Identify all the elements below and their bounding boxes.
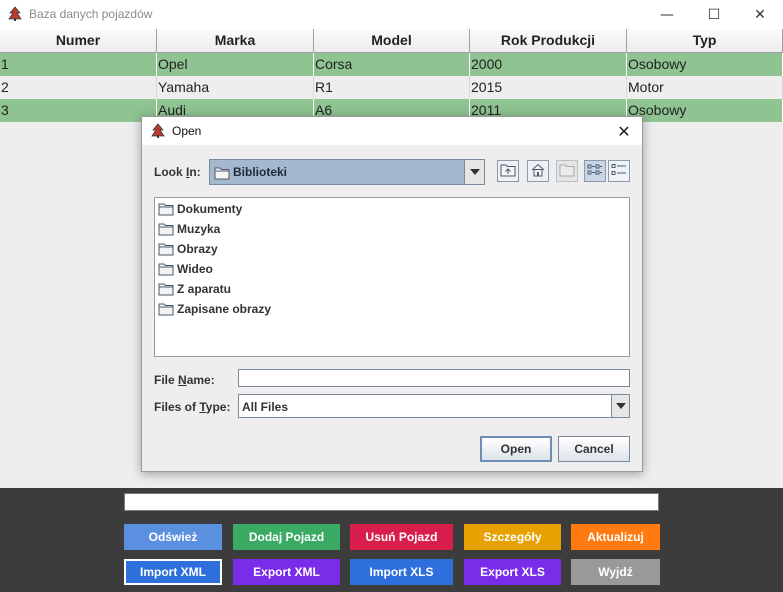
table-cell: 1 xyxy=(0,53,157,76)
status-text-field[interactable] xyxy=(124,493,659,511)
cancel-button[interactable]: Cancel xyxy=(558,436,630,462)
new-folder-icon xyxy=(559,162,575,181)
table-row[interactable]: 1 Opel Corsa 2000 Osobowy xyxy=(0,53,783,76)
table-header: Numer Marka Model Rok Produkcji Typ xyxy=(0,29,783,53)
refresh-button[interactable]: Odśwież xyxy=(124,524,222,550)
action-panel: Odśwież Dodaj Pojazd Usuń Pojazd Szczegó… xyxy=(0,488,783,592)
folder-icon xyxy=(158,303,174,316)
close-button[interactable]: ✕ xyxy=(737,0,783,29)
column-header-numer[interactable]: Numer xyxy=(0,29,157,53)
file-name-field[interactable] xyxy=(238,369,630,387)
table-cell: 2000 xyxy=(470,53,627,76)
list-item[interactable]: Dokumenty xyxy=(158,200,242,218)
column-header-model[interactable]: Model xyxy=(314,29,470,53)
look-in-label: Look In: xyxy=(154,165,201,179)
open-file-dialog: Open ✕ Look In: Biblioteki Dokumenty Muz… xyxy=(141,116,643,472)
list-view-icon xyxy=(587,162,603,181)
delete-vehicle-button[interactable]: Usuń Pojazd xyxy=(350,524,453,550)
table-row[interactable]: 2 Yamaha R1 2015 Motor xyxy=(0,76,783,99)
table-cell: Corsa xyxy=(314,53,470,76)
chevron-down-icon[interactable] xyxy=(611,395,629,417)
files-of-type-value: All Files xyxy=(242,400,289,414)
exit-button[interactable]: Wyjdź xyxy=(571,559,660,585)
window-title-bar: Baza danych pojazdów — ☐ ✕ xyxy=(0,0,783,29)
dialog-title-bar: Open ✕ xyxy=(142,117,642,145)
maximize-button[interactable]: ☐ xyxy=(691,0,737,29)
column-header-rok-produkcji[interactable]: Rok Produkcji xyxy=(470,29,627,53)
folder-icon xyxy=(158,283,174,296)
new-folder-button[interactable] xyxy=(556,160,578,182)
minimize-icon: — xyxy=(660,6,674,23)
add-vehicle-button[interactable]: Dodaj Pojazd xyxy=(233,524,340,550)
minimize-button[interactable]: — xyxy=(644,0,690,29)
java-app-icon xyxy=(150,123,166,139)
file-list[interactable]: Dokumenty Muzyka Obrazy Wideo Z aparatu … xyxy=(154,197,630,357)
table-cell: Opel xyxy=(157,53,314,76)
table-cell: Motor xyxy=(627,76,783,99)
list-item[interactable]: Obrazy xyxy=(158,240,218,258)
column-header-typ[interactable]: Typ xyxy=(627,29,783,53)
home-icon xyxy=(530,162,546,181)
folder-icon xyxy=(158,203,174,216)
table-cell: 2 xyxy=(0,76,157,99)
folder-icon xyxy=(158,223,174,236)
list-item[interactable]: Z aparatu xyxy=(158,280,231,298)
list-item-label: Z aparatu xyxy=(177,282,232,296)
table-cell: Osobowy xyxy=(627,53,783,76)
export-xls-button[interactable]: Export XLS xyxy=(464,559,561,585)
dialog-title: Open xyxy=(172,124,202,138)
list-item[interactable]: Zapisane obrazy xyxy=(158,300,271,318)
java-app-icon xyxy=(7,6,23,22)
list-item[interactable]: Muzyka xyxy=(158,220,220,238)
dialog-close-button[interactable]: ✕ xyxy=(610,119,638,143)
list-item-label: Muzyka xyxy=(177,222,221,236)
look-in-value: Biblioteki xyxy=(233,165,288,179)
look-in-dropdown[interactable]: Biblioteki xyxy=(209,159,485,185)
list-item-label: Zapisane obrazy xyxy=(177,302,272,316)
column-header-marka[interactable]: Marka xyxy=(157,29,314,53)
up-one-level-button[interactable] xyxy=(497,160,519,182)
details-view-icon xyxy=(611,162,627,181)
update-button[interactable]: Aktualizuj xyxy=(571,524,660,550)
folder-icon xyxy=(158,263,174,276)
close-icon: ✕ xyxy=(617,121,631,141)
up-one-level-icon xyxy=(500,162,516,181)
list-item-label: Wideo xyxy=(177,262,213,276)
table-cell: Yamaha xyxy=(157,76,314,99)
table-cell: 2015 xyxy=(470,76,627,99)
close-icon: ✕ xyxy=(754,6,766,23)
export-xml-button[interactable]: Export XML xyxy=(233,559,340,585)
list-item-label: Dokumenty xyxy=(177,202,243,216)
list-view-button[interactable] xyxy=(584,160,606,182)
table-cell: R1 xyxy=(314,76,470,99)
maximize-icon: ☐ xyxy=(707,6,721,23)
details-view-button[interactable] xyxy=(608,160,630,182)
import-xls-button[interactable]: Import XLS xyxy=(350,559,453,585)
files-of-type-dropdown[interactable]: All Files xyxy=(238,394,630,418)
folder-icon xyxy=(158,243,174,256)
list-item[interactable]: Wideo xyxy=(158,260,213,278)
file-name-label: File Name: xyxy=(154,373,215,387)
window-title: Baza danych pojazdów xyxy=(29,7,153,21)
table-cell: Osobowy xyxy=(627,99,783,122)
chevron-down-icon[interactable] xyxy=(464,160,484,184)
folder-icon xyxy=(214,165,230,184)
import-xml-button[interactable]: Import XML xyxy=(124,559,222,585)
home-button[interactable] xyxy=(527,160,549,182)
table-cell: 3 xyxy=(0,99,157,122)
open-button[interactable]: Open xyxy=(480,436,552,462)
list-item-label: Obrazy xyxy=(177,242,218,256)
files-of-type-label: Files of Type: xyxy=(154,400,231,414)
details-button[interactable]: Szczegóły xyxy=(464,524,561,550)
